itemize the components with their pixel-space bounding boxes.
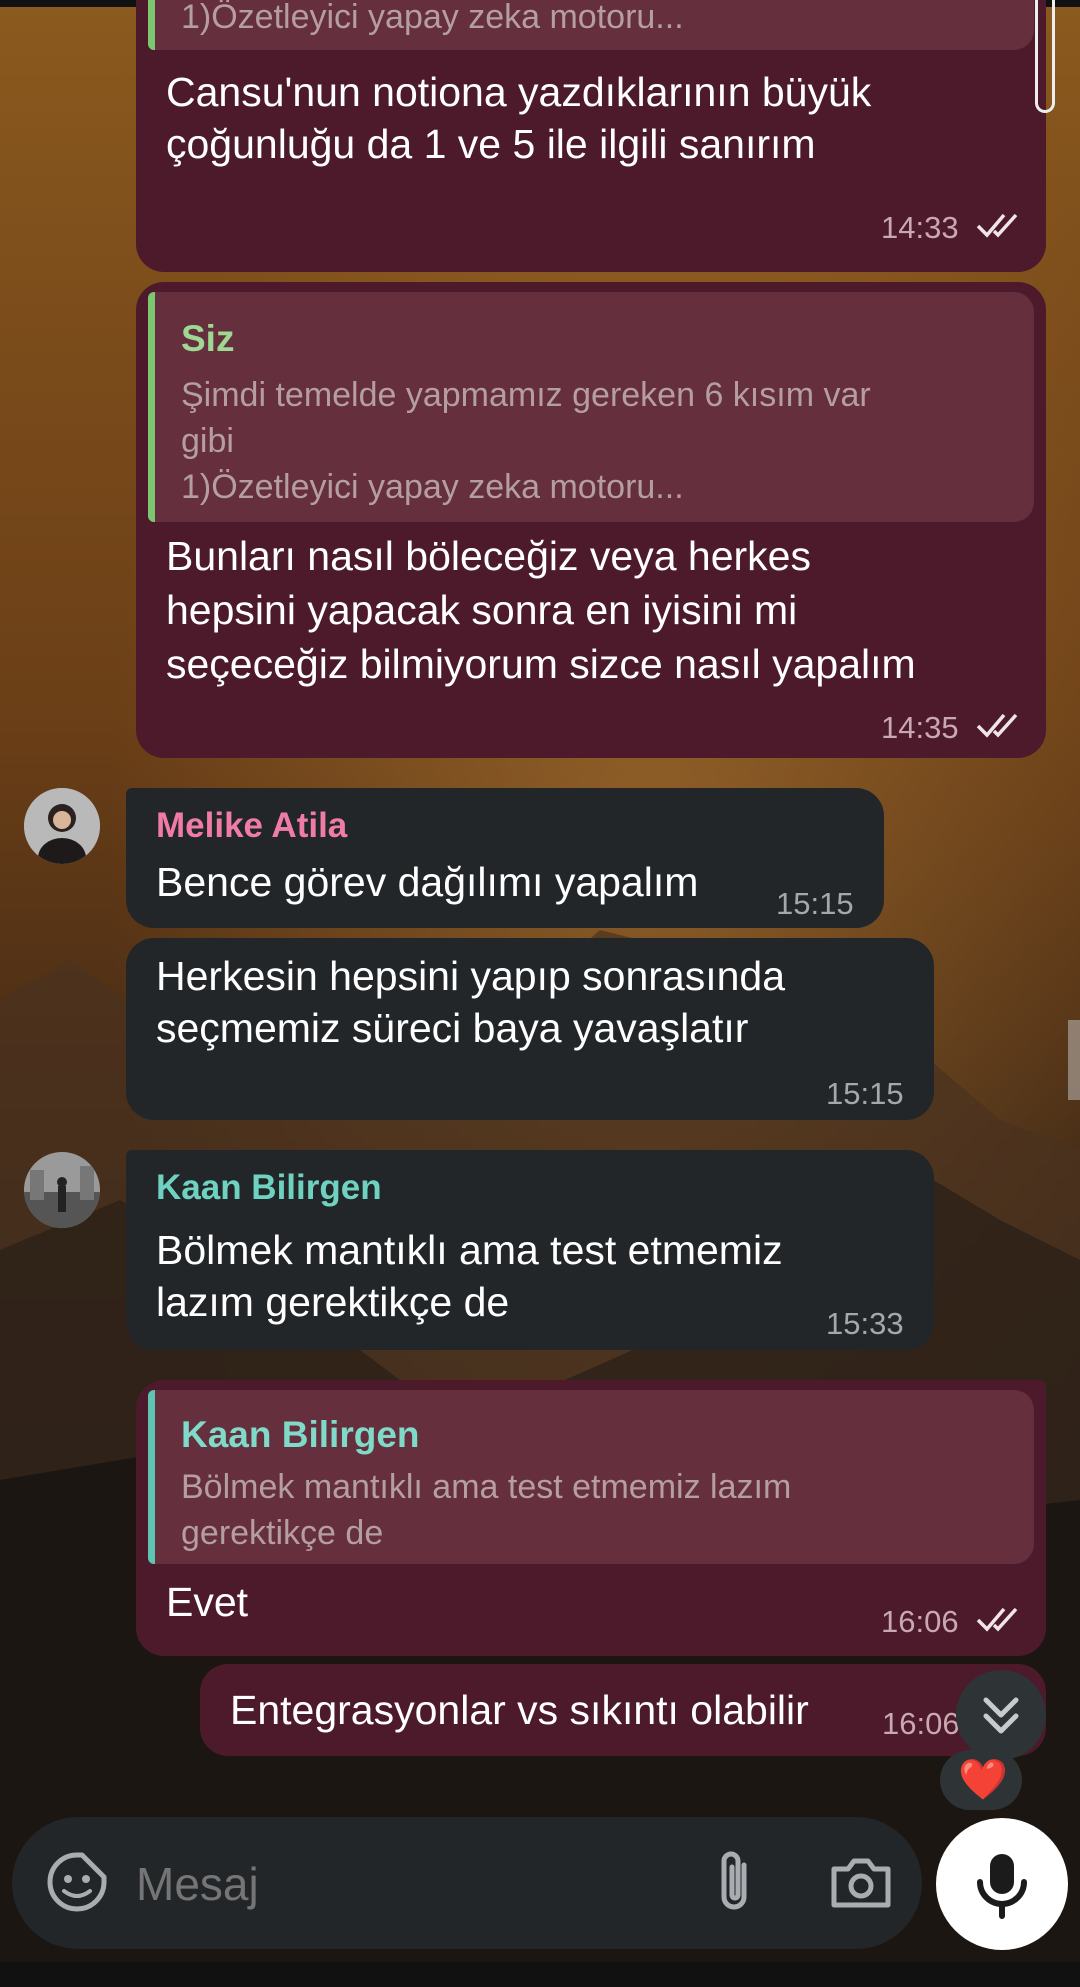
quote-text: gerektikçe de: [181, 1514, 384, 1552]
message-line: Evet: [166, 1579, 249, 1625]
message-time: 15:15: [776, 886, 854, 921]
heart-reaction: ❤️: [958, 1758, 1008, 1802]
mic-icon: [977, 1854, 1027, 1919]
message-composer: [12, 1817, 922, 1949]
reply-quote[interactable]: Siz Şimdi temelde yapmamız gereken 6 kıs…: [148, 292, 1034, 522]
quote-text: gibi: [181, 422, 234, 460]
message-line: Bölmek mantıklı ama test etmemiz: [156, 1227, 783, 1273]
message-time: 14:35: [881, 710, 959, 745]
outgoing-message[interactable]: Siz Şimdi temelde yapmamız gereken 6 kıs…: [136, 282, 1046, 758]
message-time: 15:15: [826, 1076, 904, 1111]
message-line: seçmemiz süreci baya yavaşlatır: [156, 1005, 749, 1051]
sticker-icon[interactable]: [42, 1847, 112, 1917]
sender-name[interactable]: Melike Atila: [156, 806, 347, 846]
fast-scroll-tab[interactable]: [1068, 1020, 1080, 1100]
avatar-kaan[interactable]: [24, 1152, 100, 1228]
message-time: 16:06: [882, 1706, 960, 1741]
incoming-message[interactable]: Herkesin hepsini yapıp sonrasında seçmem…: [126, 938, 934, 1120]
quote-text: Şimdi temelde yapmamız gereken 6 kısım v…: [181, 376, 871, 414]
incoming-message[interactable]: Kaan Bilirgen Bölmek mantıklı ama test e…: [126, 1150, 934, 1350]
user-photo-icon: [24, 1152, 100, 1228]
quote-text: 1)Özetleyici yapay zeka motoru...: [181, 0, 684, 36]
message-line: Cansu'nun notiona yazdıklarının büyük: [166, 69, 872, 115]
attach-icon[interactable]: [706, 1847, 766, 1917]
outgoing-message[interactable]: 1)Özetleyici yapay zeka motoru... Cansu'…: [136, 0, 1046, 272]
incoming-message[interactable]: Melike Atila Bence görev dağılımı yapalı…: [126, 788, 884, 928]
message-line: lazım gerektikçe de: [156, 1279, 510, 1325]
scroll-down-icon: [983, 1697, 1019, 1734]
avatar-melike[interactable]: [24, 788, 100, 864]
scroll-indicator[interactable]: [1035, 0, 1055, 113]
reaction-badge[interactable]: ❤️: [940, 1750, 1022, 1810]
message-input[interactable]: [134, 1847, 678, 1921]
outgoing-message[interactable]: Entegrasyonlar vs sıkıntı olabilir 16:06: [200, 1664, 1046, 1756]
message-line: Entegrasyonlar vs sıkıntı olabilir: [230, 1687, 809, 1733]
message-line: seçeceğiz bilmiyorum sizce nasıl yapalım: [166, 641, 916, 687]
outgoing-message[interactable]: Kaan Bilirgen Bölmek mantıklı ama test e…: [136, 1380, 1046, 1656]
message-time: 15:33: [826, 1306, 904, 1341]
navigation-bar-strip: [0, 1962, 1080, 1987]
user-photo-icon: [24, 788, 100, 864]
double-check-icon: [976, 1607, 1018, 1632]
reply-quote[interactable]: Kaan Bilirgen Bölmek mantıklı ama test e…: [148, 1390, 1034, 1564]
message-line: çoğunluğu da 1 ve 5 ile ilgili sanırım: [166, 121, 816, 167]
quote-author: Kaan Bilirgen: [181, 1414, 420, 1455]
message-line: Bence görev dağılımı yapalım: [156, 859, 699, 905]
message-time: 14:33: [881, 210, 959, 245]
voice-record-button[interactable]: [936, 1818, 1068, 1950]
quote-text: 1)Özetleyici yapay zeka motoru...: [181, 468, 684, 506]
quote-text: Bölmek mantıklı ama test etmemiz lazım: [181, 1468, 792, 1506]
message-time: 16:06: [881, 1604, 959, 1639]
double-check-icon: [976, 713, 1018, 738]
double-check-icon: [976, 213, 1018, 238]
message-line: Herkesin hepsini yapıp sonrasında: [156, 953, 786, 999]
quote-author: Siz: [181, 318, 235, 359]
sender-name[interactable]: Kaan Bilirgen: [156, 1168, 382, 1208]
scroll-to-bottom-button[interactable]: [956, 1670, 1046, 1760]
message-line: Bunları nasıl böleceğiz veya herkes: [166, 533, 811, 579]
reply-quote[interactable]: 1)Özetleyici yapay zeka motoru...: [148, 0, 1034, 50]
message-line: hepsini yapacak sonra en iyisini mi: [166, 587, 798, 633]
camera-icon[interactable]: [826, 1847, 896, 1917]
